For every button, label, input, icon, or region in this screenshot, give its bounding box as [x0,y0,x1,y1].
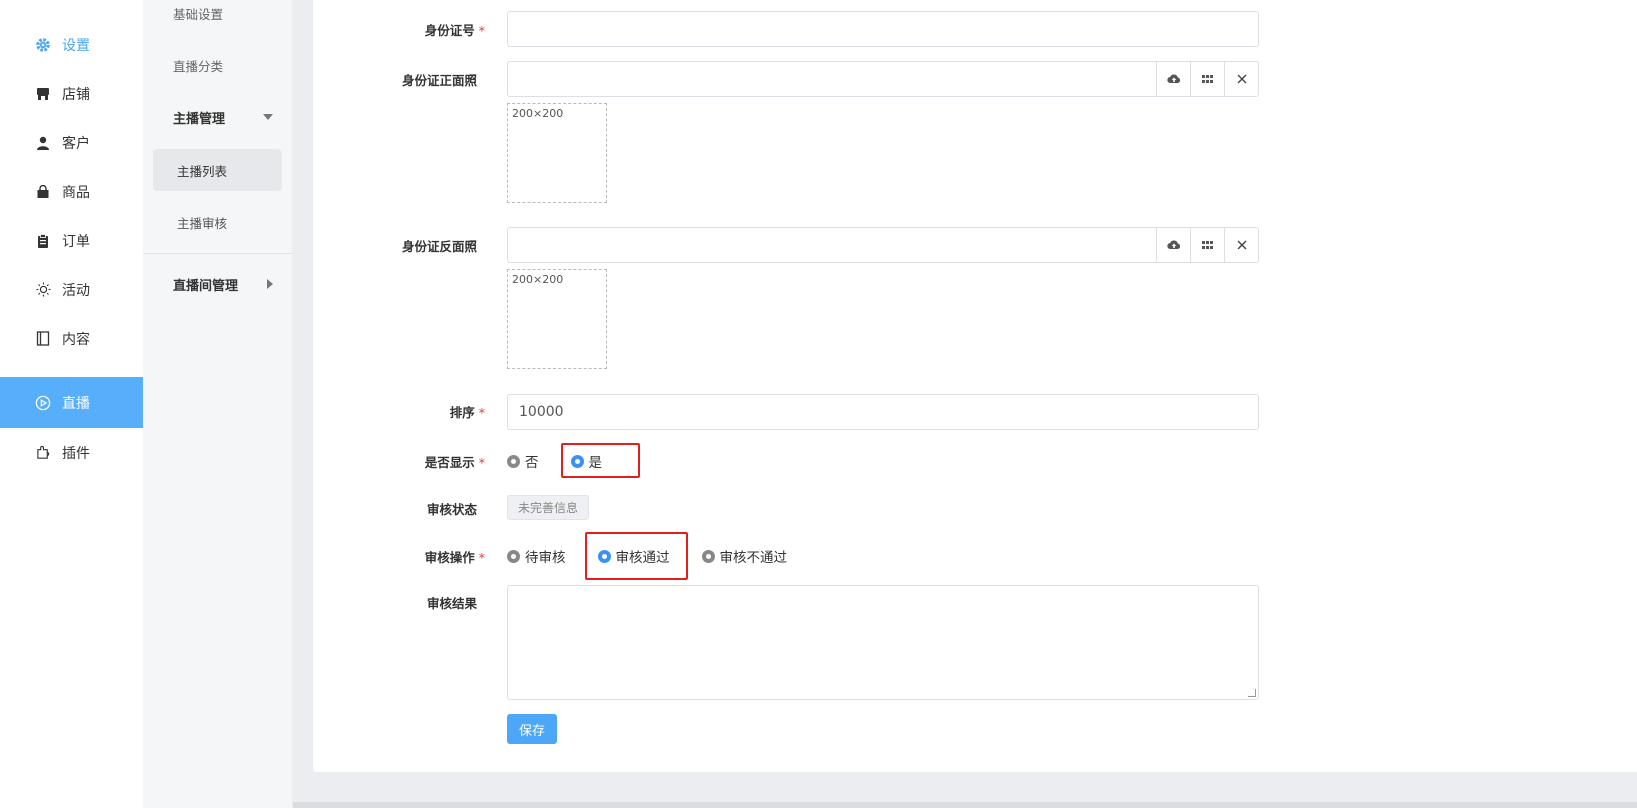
caret-down-icon [263,114,273,120]
radio-icon [701,549,715,563]
required-mark: * [478,23,485,38]
nav-item-plugins[interactable]: 插件 [0,427,143,478]
required-mark: * [478,405,485,420]
nav-item-settings[interactable]: 设置 [0,19,143,70]
secondary-sidebar: 基础设置 直播分类 主播管理 主播列表 主播审核 直播间管理 [143,0,293,808]
id-back-thumbnail[interactable]: 200×200 [507,269,607,369]
sort-label: 排序 * [449,405,485,420]
close-icon [1237,240,1246,250]
sun-icon [35,282,51,298]
nav-item-products[interactable]: 商品 [0,166,143,217]
subnav-anchor-management[interactable]: 主播管理 [143,96,293,138]
review-action-label: 审核操作 * [424,550,485,565]
id-back-input[interactable] [508,228,1156,262]
sort-input[interactable]: 10000 [507,394,1259,430]
shopping-bag-icon [35,184,51,200]
nav-item-label: 内容 [62,331,90,348]
book-icon [35,331,51,347]
review-option-pending[interactable]: 待审核 [507,546,566,566]
id-front-upload [507,61,1259,97]
display-option-no[interactable]: 否 [507,451,539,471]
upload-button[interactable] [1156,62,1190,96]
caret-right-icon [267,279,273,289]
review-option-reject[interactable]: 审核不通过 [701,546,788,566]
radio-label: 审核不通过 [719,550,788,566]
cloud-upload-icon [1166,240,1180,250]
review-status-badge: 未完善信息 [507,495,590,520]
nav-item-content[interactable]: 内容 [0,313,143,364]
required-mark: * [478,550,485,565]
highlight-box [585,532,688,580]
play-circle-icon [35,395,51,411]
subnav-divider [143,253,293,254]
resize-handle-icon[interactable] [1248,689,1256,697]
nav-item-label: 直播 [62,395,90,412]
review-result-textarea[interactable] [507,585,1259,700]
display-label: 是否显示 * [424,455,485,470]
id-back-upload [507,227,1259,263]
subnav-room-management[interactable]: 直播间管理 [143,263,293,305]
gallery-button[interactable] [1190,62,1224,96]
nav-item-label: 商品 [62,184,90,201]
clear-button[interactable] [1224,228,1258,262]
subnav-anchor-list[interactable]: 主播列表 [153,149,282,191]
subnav-label: 直播间管理 [173,278,239,294]
clipboard-icon [35,233,51,249]
highlight-box [561,443,640,478]
subnav-label: 主播管理 [173,111,226,127]
nav-item-orders[interactable]: 订单 [0,215,143,266]
nav-item-label: 订单 [62,233,90,250]
app-root: 设置 店铺 客户 商品 订单 活动 内容 直播 插件 基础设置 直播分类 主播管… [0,0,1637,808]
nav-item-store[interactable]: 店铺 [0,68,143,119]
close-icon [1237,74,1246,84]
subnav-live-category[interactable]: 直播分类 [143,44,293,86]
save-button[interactable]: 保存 [507,714,557,744]
cloud-upload-icon [1166,74,1180,84]
radio-label: 否 [525,455,539,471]
subnav-anchor-review[interactable]: 主播审核 [153,201,282,243]
subnav-label: 主播列表 [177,163,228,179]
gallery-button[interactable] [1190,228,1224,262]
subnav-label: 主播审核 [177,215,228,231]
nav-item-customers[interactable]: 客户 [0,117,143,168]
radio-label: 待审核 [525,550,566,566]
review-status-label: 审核状态 [426,502,477,517]
review-result-label: 审核结果 [426,596,477,611]
id-front-input[interactable] [508,62,1156,96]
gear-icon [35,37,51,53]
nav-item-label: 插件 [62,445,90,462]
nav-item-label: 活动 [62,282,90,299]
nav-item-label: 店铺 [62,86,90,103]
grid-icon [1202,74,1213,83]
id-number-input[interactable] [507,11,1259,47]
subnav-label: 基础设置 [173,6,224,22]
id-front-label: 身份证正面照 [401,73,477,88]
radio-icon [507,454,520,468]
nav-item-label: 设置 [62,37,90,54]
id-front-thumbnail[interactable]: 200×200 [507,103,607,203]
subnav-label: 直播分类 [173,58,224,74]
id-back-label: 身份证反面照 [401,239,477,254]
nav-item-live[interactable]: 直播 [0,377,143,428]
puzzle-icon [35,445,51,461]
store-icon [35,86,51,102]
clear-button[interactable] [1224,62,1258,96]
grid-icon [1202,240,1213,249]
radio-icon [507,549,520,563]
upload-button[interactable] [1156,228,1190,262]
required-mark: * [478,455,485,470]
id-number-label: 身份证号 * [424,23,485,38]
user-icon [35,135,51,151]
primary-sidebar: 设置 店铺 客户 商品 订单 活动 内容 直播 插件 [0,0,143,808]
bottom-strip [293,802,1637,808]
nav-item-activities[interactable]: 活动 [0,264,143,315]
subnav-basic-settings[interactable]: 基础设置 [143,0,293,34]
nav-item-label: 客户 [62,135,90,152]
